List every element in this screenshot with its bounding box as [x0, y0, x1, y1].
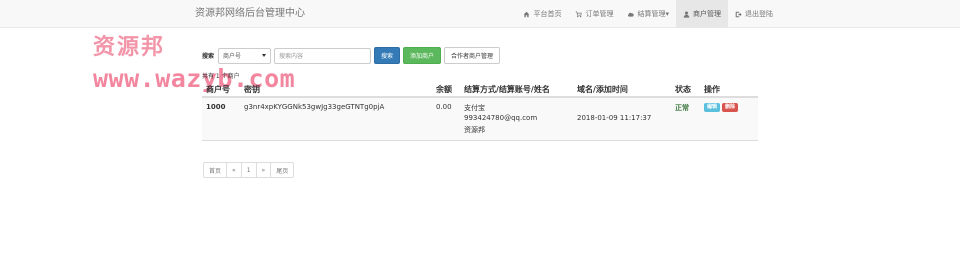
nav-orders[interactable]: 订单管理	[568, 0, 620, 28]
nav-settlement-label: 结算管理▾	[637, 10, 669, 18]
search-button[interactable]: 搜索	[374, 47, 401, 64]
nav-orders-label: 订单管理	[585, 10, 614, 18]
logout-icon	[735, 11, 742, 17]
page-prev[interactable]: «	[226, 162, 242, 178]
nav-merchants[interactable]: 商户管理	[676, 0, 728, 28]
search-input-placeholder: 搜索内容	[279, 53, 304, 60]
row-actions: 编辑 删除	[704, 103, 739, 112]
search-input[interactable]: 搜索内容	[274, 47, 372, 64]
watermark-logo-text: 资源邦	[93, 34, 166, 60]
chevron-down-icon	[262, 54, 267, 57]
table-header: 商户号 密钥 余额 结算方式/结算账号/姓名 域名/添加时间 状态 操作	[202, 81, 758, 98]
merchant-count: 共有 1 个商户	[202, 73, 240, 80]
cart-icon	[576, 10, 583, 17]
col-key: 密钥	[244, 85, 260, 94]
col-settlement: 结算方式/结算账号/姓名	[464, 85, 550, 94]
merchant-balance: 0.00	[436, 103, 452, 111]
home-icon	[524, 11, 530, 17]
col-actions: 操作	[704, 85, 720, 94]
nav-merchants-label: 商户管理	[693, 10, 721, 18]
nav-settlement[interactable]: 结算管理▾	[620, 0, 676, 28]
added-time: 2018-01-09 11:17:37	[577, 114, 652, 122]
page-last[interactable]: 尾页	[270, 162, 295, 178]
add-merchant-button[interactable]: 添加商户	[403, 47, 442, 64]
edit-button[interactable]: 编辑	[704, 103, 721, 112]
pagination: 首页 « 1 » 尾页	[203, 162, 295, 178]
page-number[interactable]: 1	[240, 162, 257, 178]
merchant-table: 商户号 密钥 余额 结算方式/结算账号/姓名 域名/添加时间 状态 操作 100…	[202, 81, 758, 141]
settle-account: 993424780@qq.com	[464, 114, 538, 122]
top-navbar: 资源邦网络后台管理中心 平台首页 订单管理 结算管理▾ 商户管理 退出登陆	[0, 0, 960, 28]
main-nav: 平台首页 订单管理 结算管理▾ 商户管理 退出登陆	[516, 0, 780, 28]
nav-home-label: 平台首页	[533, 10, 562, 18]
partner-merchant-button[interactable]: 合作者商户管理	[444, 47, 501, 64]
search-form: 搜索 商户号 搜索内容 搜索 添加商户 合作者商户管理	[202, 47, 501, 64]
merchant-id: 1000	[206, 103, 226, 111]
brand-title[interactable]: 资源邦网络后台管理中心	[195, 0, 305, 28]
nav-home[interactable]: 平台首页	[516, 0, 568, 28]
merchant-key: g3nr4xpKYGGNk53gwJg33geGTNTg0pjA	[244, 103, 385, 111]
search-field-select[interactable]: 商户号	[218, 47, 272, 64]
col-merchant-id: 商户号	[206, 85, 230, 94]
nav-logout-label: 退出登陆	[745, 10, 773, 18]
status-badge: 正常	[675, 104, 689, 112]
search-field-select-value: 商户号	[223, 53, 242, 60]
table-row: 1000 g3nr4xpKYGGNk53gwJg33geGTNTg0pjA 0.…	[202, 98, 758, 141]
user-icon	[683, 11, 690, 18]
search-label: 搜索	[202, 53, 215, 60]
col-status: 状态	[675, 85, 691, 94]
page-first[interactable]: 首页	[203, 162, 228, 178]
settle-name: 资源邦	[464, 126, 485, 134]
cloud-icon	[628, 12, 635, 17]
col-domain-time: 域名/添加时间	[577, 85, 628, 94]
page-next[interactable]: »	[255, 162, 272, 178]
delete-button[interactable]: 删除	[722, 103, 739, 112]
nav-logout[interactable]: 退出登陆	[728, 0, 780, 28]
col-balance: 余额	[436, 85, 452, 94]
settle-method: 支付宝	[464, 104, 485, 112]
